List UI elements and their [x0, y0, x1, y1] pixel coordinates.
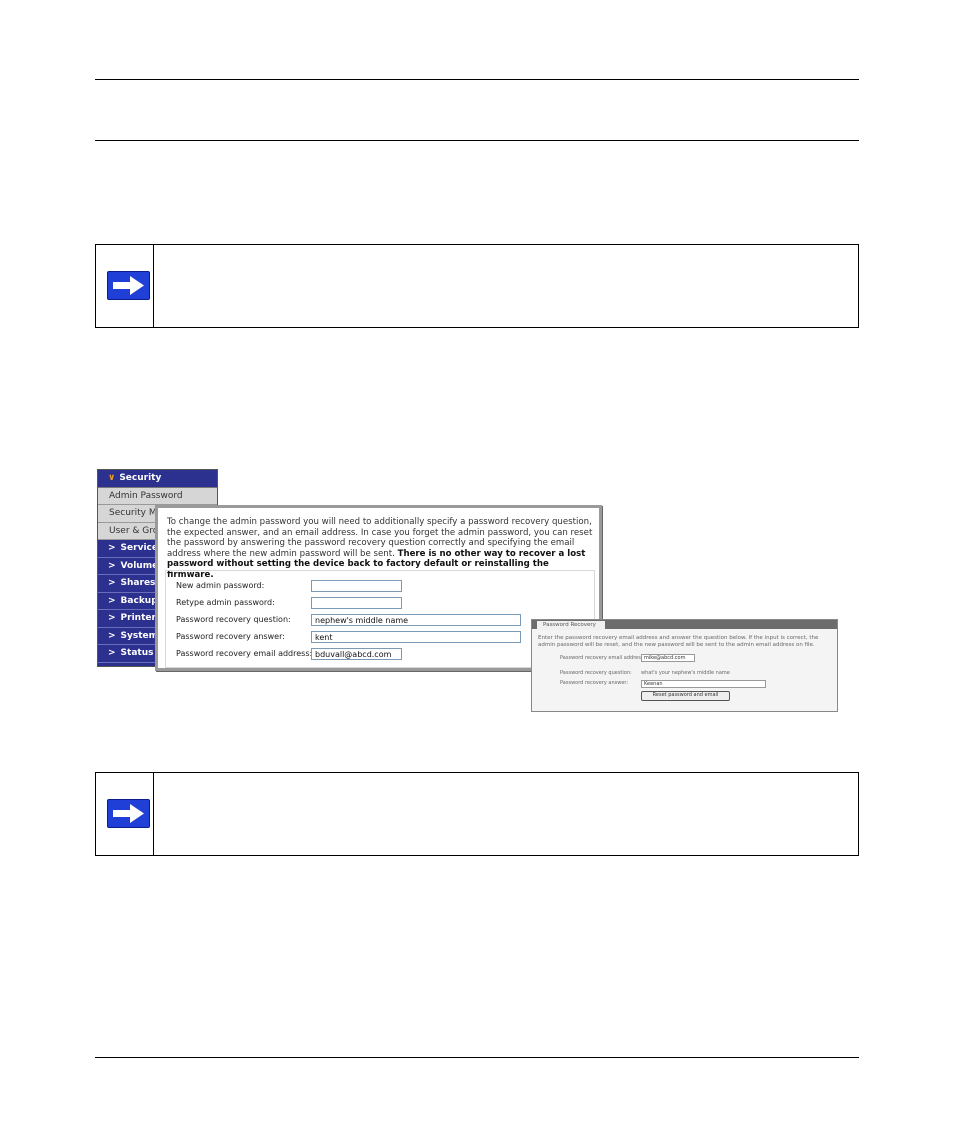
new-password-label: New admin password: — [176, 581, 265, 590]
recovery-email-label: Password recovery email address: — [560, 655, 646, 661]
chevron-right-icon: > — [108, 560, 116, 571]
chevron-right-icon: > — [108, 595, 116, 606]
recovery-email-input[interactable]: mike@abcd.com — [641, 654, 695, 662]
arrow-right-icon — [107, 271, 150, 300]
sidebar-item-label: Status — [120, 648, 154, 658]
note-box-2 — [95, 772, 859, 856]
sidebar-item-security[interactable]: ∨ Security — [98, 470, 217, 488]
note-icon-cell — [96, 773, 154, 855]
recovery-email-label: Password recovery email address: — [176, 649, 313, 658]
recovery-answer-input[interactable]: kent — [311, 631, 521, 643]
chevron-right-icon: > — [108, 543, 116, 553]
header-bottom-rule — [95, 140, 859, 141]
recovery-question-input[interactable]: nephew's middle name — [311, 614, 521, 626]
reset-password-button[interactable]: Reset password and email — [641, 691, 730, 701]
recovery-question-label: Password recovery question: — [176, 615, 291, 624]
retype-password-label: Retype admin password: — [176, 598, 275, 607]
recovery-answer-label: Password recovery answer: — [560, 680, 629, 686]
sidebar-item-label: Security — [119, 473, 162, 483]
new-password-input[interactable] — [311, 580, 402, 592]
footer-rule — [95, 1057, 859, 1058]
tab-password-recovery[interactable]: Password Recovery — [537, 621, 605, 630]
recovery-question-label: Password recovery question: — [560, 670, 632, 676]
sidebar-item-label: Backup — [120, 595, 158, 606]
note-icon-cell — [96, 245, 154, 327]
chevron-right-icon: > — [108, 648, 116, 658]
note-box-1 — [95, 244, 859, 328]
retype-password-input[interactable] — [311, 597, 402, 609]
chevron-right-icon: > — [108, 613, 116, 623]
recovery-email-input[interactable]: bduvall@abcd.com — [311, 648, 402, 660]
arrow-right-icon — [107, 799, 150, 828]
sidebar-subitem-admin-password[interactable]: Admin Password — [98, 487, 217, 505]
recovery-question-value: what's your nephew's middle name — [641, 670, 730, 676]
chevron-right-icon: > — [108, 578, 116, 588]
chevron-down-icon: ∨ — [108, 473, 116, 483]
recovery-description: Enter the password recovery email addres… — [538, 635, 819, 648]
sidebar-item-label: Shares — [120, 578, 156, 588]
recovery-answer-label: Password recovery answer: — [176, 632, 285, 641]
sidebar-item-label: System — [120, 630, 159, 641]
header-top-rule — [95, 79, 859, 80]
password-recovery-panel: Password Recovery Enter the password rec… — [531, 619, 838, 712]
recovery-answer-input[interactable]: Keenan — [641, 680, 766, 688]
chevron-right-icon: > — [108, 630, 116, 641]
